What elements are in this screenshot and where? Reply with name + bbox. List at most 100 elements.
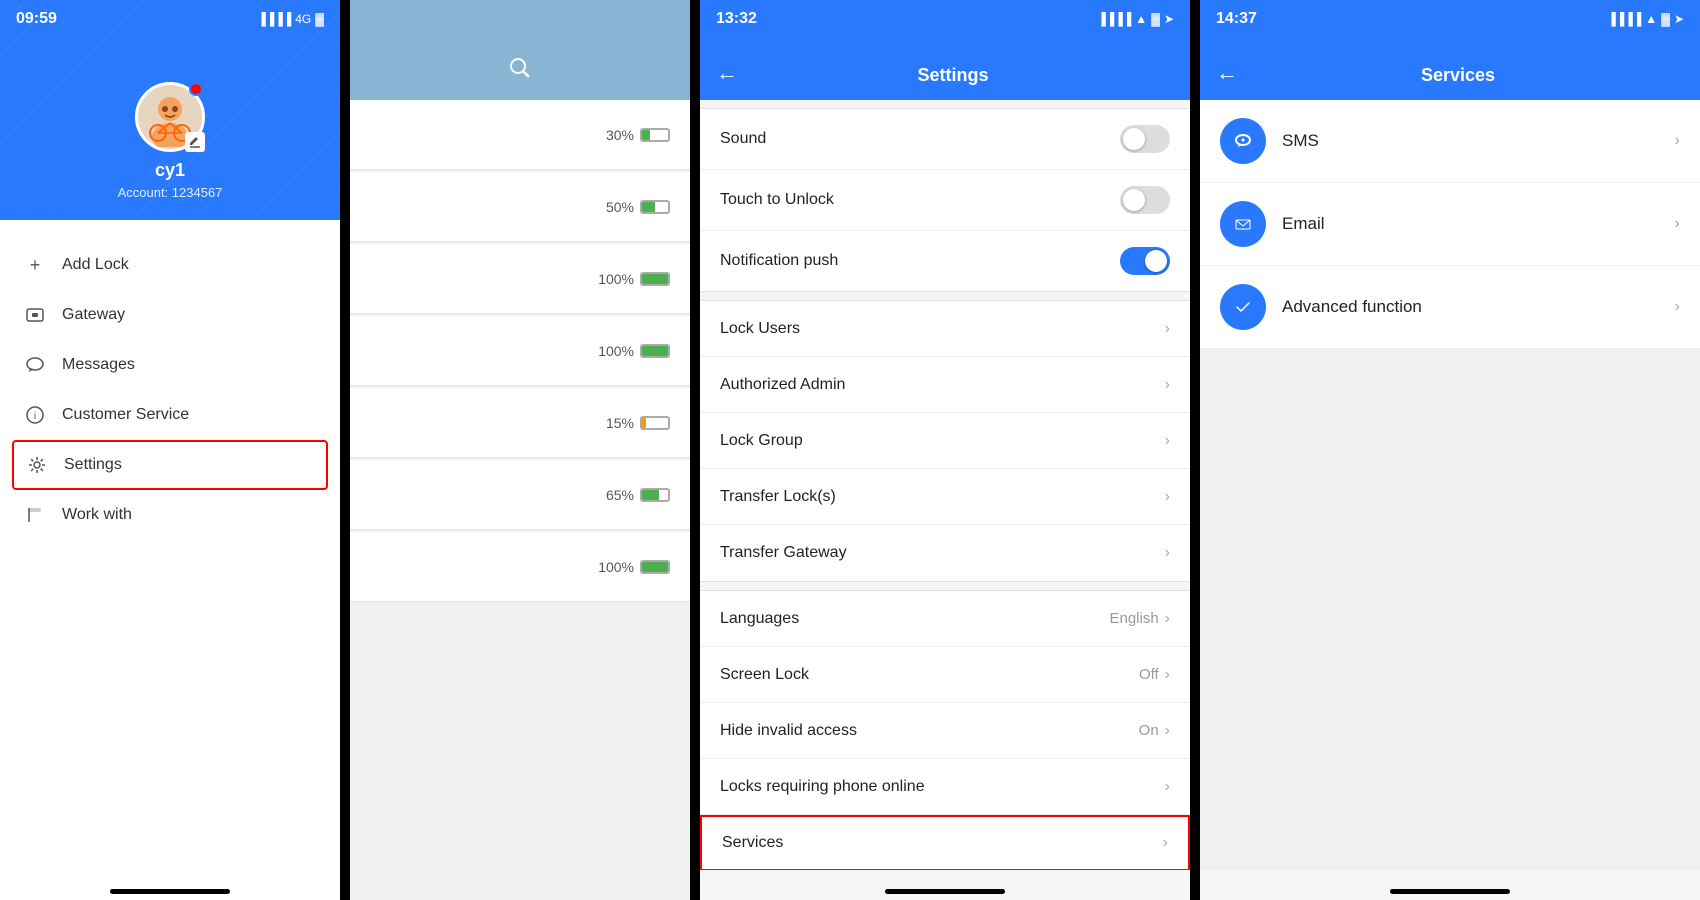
- signal-icon-3: ▐▐▐▐: [1097, 12, 1131, 26]
- battery-fill: [642, 130, 650, 140]
- toggle-knob-3: [1145, 250, 1167, 272]
- battery-fill: [642, 202, 655, 212]
- hide-invalid-label: Hide invalid access: [720, 722, 1139, 740]
- status-icons-4: ▐▐▐▐ ▲ ▓ ➤: [1607, 10, 1684, 28]
- search-icon[interactable]: [508, 56, 532, 86]
- hide-invalid-access-row[interactable]: Hide invalid access On ›: [700, 703, 1190, 759]
- battery-bar: [640, 200, 670, 214]
- advanced-function-row[interactable]: Advanced function ›: [1200, 266, 1700, 349]
- advanced-function-chevron-icon: ›: [1675, 298, 1680, 316]
- sound-toggle[interactable]: [1120, 125, 1170, 153]
- sms-icon: [1220, 118, 1266, 164]
- languages-row[interactable]: Languages English ›: [700, 591, 1190, 647]
- device-list-header: [350, 0, 690, 100]
- lock-group-row[interactable]: Lock Group ›: [700, 413, 1190, 469]
- notification-push-toggle[interactable]: [1120, 247, 1170, 275]
- lock-users-label: Lock Users: [720, 320, 1165, 338]
- battery-bar: [640, 272, 670, 286]
- sms-service-row[interactable]: SMS ›: [1200, 100, 1700, 183]
- locks-requiring-phone-row[interactable]: Locks requiring phone online ›: [700, 759, 1190, 815]
- services-list: SMS › Email › Advanced fu: [1200, 100, 1700, 349]
- signal-icon-4: ▐▐▐▐: [1607, 12, 1641, 26]
- list-item[interactable]: 30%: [350, 100, 690, 170]
- separator-2: [690, 0, 700, 900]
- signal-icon: ▐▐▐▐: [257, 12, 291, 26]
- battery-pct: 30%: [606, 127, 634, 143]
- home-bar-3: [885, 889, 1005, 894]
- notification-push-row[interactable]: Notification push: [700, 231, 1190, 291]
- sidebar-item-settings[interactable]: Settings: [12, 440, 328, 490]
- settings-header: 13:32 ▐▐▐▐ ▲ ▓ ➤ ← Settings: [700, 0, 1190, 100]
- nav-rows-section: Lock Users › Authorized Admin › Lock Gro…: [700, 300, 1190, 582]
- lock-users-row[interactable]: Lock Users ›: [700, 301, 1190, 357]
- settings-icon: [26, 454, 48, 476]
- account-number: 1234567: [172, 185, 223, 200]
- location-icon-4: ➤: [1674, 12, 1684, 26]
- list-item[interactable]: 15%: [350, 388, 690, 458]
- chevron-icon: ›: [1165, 432, 1170, 450]
- chevron-icon: ›: [1165, 778, 1170, 796]
- battery-bar: [640, 416, 670, 430]
- add-lock-label: Add Lock: [62, 256, 129, 274]
- list-item[interactable]: 100%: [350, 532, 690, 602]
- hide-invalid-value: On: [1139, 722, 1159, 739]
- battery-icon: ▓: [315, 12, 324, 26]
- list-item[interactable]: 100%: [350, 316, 690, 386]
- separator-3: [1190, 0, 1200, 900]
- chevron-icon: ›: [1163, 834, 1168, 852]
- home-bar-4: [1390, 889, 1510, 894]
- list-item[interactable]: 65%: [350, 460, 690, 530]
- sms-chevron-icon: ›: [1675, 132, 1680, 150]
- services-panel: 14:37 ▐▐▐▐ ▲ ▓ ➤ ← Services SMS: [1200, 0, 1700, 900]
- sidebar-item-gateway[interactable]: Gateway: [0, 290, 340, 340]
- locks-requiring-phone-label: Locks requiring phone online: [720, 778, 1165, 796]
- sidebar-item-work-with[interactable]: Work with: [0, 490, 340, 540]
- authorized-admin-row[interactable]: Authorized Admin ›: [700, 357, 1190, 413]
- toggles-section: Sound Touch to Unlock Notification push: [700, 108, 1190, 292]
- settings-content: Sound Touch to Unlock Notification push: [700, 100, 1190, 870]
- svg-text:i: i: [34, 411, 36, 422]
- sound-label: Sound: [720, 130, 1120, 148]
- messages-icon: [24, 354, 46, 376]
- sidebar-header: 09:59 ▐▐▐▐ 4G ▓: [0, 0, 340, 220]
- status-bar-4: 14:37 ▐▐▐▐ ▲ ▓ ➤: [1200, 10, 1700, 28]
- gateway-label: Gateway: [62, 306, 125, 324]
- advanced-function-label: Advanced function: [1282, 297, 1675, 317]
- transfer-gateway-row[interactable]: Transfer Gateway ›: [700, 525, 1190, 581]
- screen-lock-row[interactable]: Screen Lock Off ›: [700, 647, 1190, 703]
- battery-fill: [642, 346, 668, 356]
- battery-display: 50%: [606, 199, 670, 215]
- battery-pct: 100%: [598, 271, 634, 287]
- sidebar-item-add-lock[interactable]: + Add Lock: [0, 240, 340, 290]
- settings-panel: 13:32 ▐▐▐▐ ▲ ▓ ➤ ← Settings Sound Touch …: [700, 0, 1190, 900]
- battery-bar: [640, 488, 670, 502]
- battery-pct: 50%: [606, 199, 634, 215]
- services-title: Services: [1254, 65, 1662, 86]
- toggle-knob-2: [1123, 189, 1145, 211]
- transfer-locks-label: Transfer Lock(s): [720, 488, 1165, 506]
- touch-unlock-toggle[interactable]: [1120, 186, 1170, 214]
- email-service-row[interactable]: Email ›: [1200, 183, 1700, 266]
- home-indicator-4: [1200, 870, 1700, 900]
- list-item[interactable]: 100%: [350, 244, 690, 314]
- touch-unlock-row[interactable]: Touch to Unlock: [700, 170, 1190, 231]
- work-with-label: Work with: [62, 506, 132, 524]
- transfer-locks-row[interactable]: Transfer Lock(s) ›: [700, 469, 1190, 525]
- list-item[interactable]: 50%: [350, 172, 690, 242]
- home-indicator-3: [700, 870, 1190, 900]
- account-label: Account:: [118, 185, 169, 200]
- status-bar-1: 09:59 ▐▐▐▐ 4G ▓: [0, 10, 340, 28]
- authorized-admin-label: Authorized Admin: [720, 376, 1165, 394]
- sound-row[interactable]: Sound: [700, 109, 1190, 170]
- time-display: 09:59: [16, 10, 57, 28]
- services-row[interactable]: Services ›: [700, 815, 1190, 870]
- sidebar-item-customer-service[interactable]: i Customer Service: [0, 390, 340, 440]
- back-button-4[interactable]: ←: [1200, 60, 1254, 86]
- home-bar: [110, 889, 230, 894]
- customer-service-label: Customer Service: [62, 406, 189, 424]
- edit-avatar-button[interactable]: [185, 132, 205, 152]
- back-button-3[interactable]: ←: [700, 60, 754, 86]
- settings-label: Settings: [64, 456, 122, 474]
- sidebar-item-messages[interactable]: Messages: [0, 340, 340, 390]
- battery-bar: [640, 560, 670, 574]
